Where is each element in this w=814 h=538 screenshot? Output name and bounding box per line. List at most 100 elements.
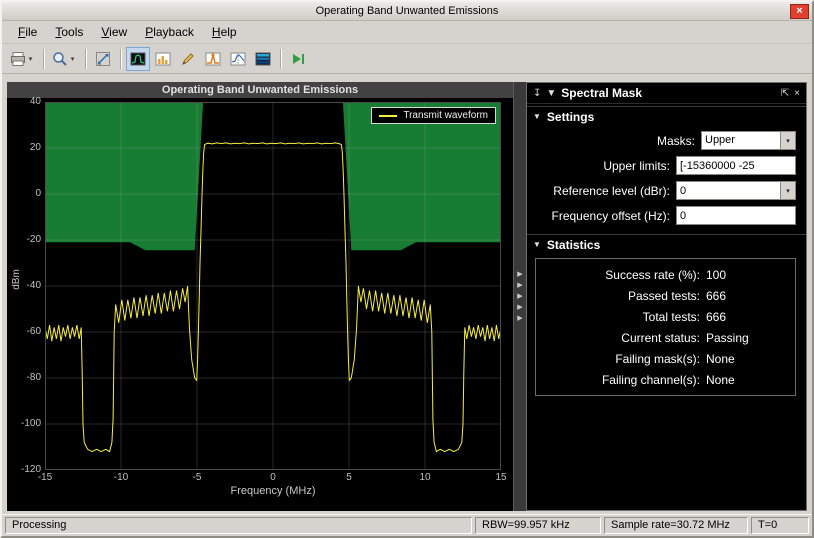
statistic-value: None: [706, 351, 735, 366]
statistic-row: Failing mask(s): None: [538, 348, 793, 369]
status-message: Processing: [5, 517, 472, 534]
frequency-offset-input[interactable]: [676, 206, 796, 225]
y-tick-label: -80: [26, 372, 41, 383]
expand-panel-arrow-icon: ▶: [517, 315, 523, 322]
window-close-button[interactable]: ×: [790, 4, 809, 19]
y-tick-label: -20: [26, 234, 41, 245]
y-tick-label: 20: [29, 142, 41, 153]
menu-tools[interactable]: Tools: [47, 22, 91, 42]
x-axis-label: Frequency (MHz): [230, 485, 316, 497]
collapse-triangle-icon: ▼: [533, 112, 541, 121]
statistics-box: Success rate (%): 100 Passed tests: 666 Tota…: [535, 258, 796, 396]
masks-value: Upper: [702, 132, 780, 149]
magnifier-icon: [53, 51, 67, 66]
statistic-label: Success rate (%):: [605, 267, 700, 282]
chevron-down-icon[interactable]: ▾: [26, 55, 35, 63]
export-button[interactable]: ▾: [7, 47, 38, 71]
chevron-down-icon[interactable]: ▾: [780, 132, 795, 149]
statistic-value: None: [706, 372, 735, 387]
expand-panel-arrow-icon: ▶: [517, 304, 523, 311]
x-tick-label: 15: [495, 472, 507, 483]
upper-limits-row: Upper limits:: [531, 153, 796, 178]
expand-panel-arrow-icon: ▶: [517, 271, 523, 278]
legend-line-sample: [379, 114, 398, 117]
plot-legend: Transmit waveform: [371, 107, 496, 124]
statistic-value: 100: [706, 267, 727, 282]
statistic-row: Passed tests: 666: [538, 285, 793, 306]
frequency-offset-row: Frequency offset (Hz):: [531, 203, 796, 228]
spectrogram-view-button[interactable]: [251, 47, 275, 71]
fit-to-view-button[interactable]: [91, 47, 115, 71]
chevron-down-icon[interactable]: ▾: [68, 55, 77, 63]
panel-collapse-icon[interactable]: ▼: [546, 88, 556, 99]
cursor-plot-icon: [230, 52, 246, 65]
measurements-button[interactable]: [176, 47, 200, 71]
menu-file[interactable]: File: [10, 22, 45, 42]
upper-limits-input[interactable]: [676, 156, 796, 175]
frequency-offset-label: Frequency offset (Hz):: [551, 208, 671, 223]
x-tick-label: 10: [419, 472, 431, 483]
reference-level-row: Reference level (dBr): ▾: [531, 178, 796, 203]
cursor-measurements-button[interactable]: [226, 47, 250, 71]
peak-finder-button[interactable]: [201, 47, 225, 71]
statistic-row: Current status: Passing: [538, 327, 793, 348]
reference-level-input[interactable]: [677, 182, 780, 199]
panel-title: Spectral Mask: [561, 86, 643, 100]
settings-section-header[interactable]: ▼ Settings: [527, 106, 806, 126]
spectrogram-icon: [255, 52, 271, 65]
panel-collapse-handle[interactable]: ▶ ▶ ▶ ▶ ▶: [513, 82, 526, 511]
y-tick-label: -60: [26, 326, 41, 337]
panel-close-icon[interactable]: ×: [794, 88, 800, 99]
statistics-section-header[interactable]: ▼ Statistics: [527, 234, 806, 254]
statistic-label: Failing channel(s):: [601, 372, 700, 387]
upper-limits-label: Upper limits:: [603, 158, 670, 173]
masks-dropdown[interactable]: Upper ▾: [701, 131, 796, 150]
settings-fields: Masks:Upper▾Upper limits:Reference level…: [527, 126, 806, 232]
y-tick-label: 0: [35, 188, 41, 199]
main-area: Operating Band Unwanted Emissions Transm…: [5, 76, 809, 513]
sample-rate-display: Sample rate=30.72 MHz: [604, 517, 748, 534]
legend-label: Transmit waveform: [403, 110, 488, 121]
y-tick-label: -40: [26, 280, 41, 291]
spectral-mask-region: [45, 102, 204, 251]
chevron-down-icon[interactable]: ▾: [780, 182, 795, 199]
panel-header: ↧ ▼ Spectral Mask ⇱ ×: [527, 83, 806, 104]
x-tick-label: 5: [346, 472, 352, 483]
panel-dock-icon[interactable]: ↧: [533, 88, 541, 99]
statistic-label: Current status:: [621, 330, 700, 345]
toolbar-separator: [43, 48, 44, 69]
window-title: Operating Band Unwanted Emissions: [315, 5, 499, 17]
step-forward-icon: [293, 53, 304, 64]
x-tick-label: -5: [192, 472, 202, 483]
spectral-mask-panel: ↧ ▼ Spectral Mask ⇱ × ▼ Settings Masks: U…: [526, 82, 807, 511]
zoom-button[interactable]: ▾: [49, 47, 80, 71]
title-bar: Operating Band Unwanted Emissions ×: [2, 2, 812, 21]
spectrum-view-button[interactable]: [126, 46, 150, 71]
step-forward-button[interactable]: [286, 47, 310, 71]
toolbar-separator: [120, 48, 121, 69]
printer-icon: [11, 51, 25, 66]
x-tick-label: -10: [113, 472, 129, 483]
statistic-value: 666: [706, 309, 727, 324]
spectral-mask-region: [342, 102, 501, 251]
toolbar: ▾ ▾: [2, 44, 812, 74]
statistic-row: Success rate (%): 100: [538, 264, 793, 285]
x-tick-label: 0: [270, 472, 276, 483]
spectrum-chart: [44, 101, 502, 471]
status-bar: Processing RBW=99.957 kHz Sample rate=30…: [2, 514, 812, 536]
spectrum-icon: [130, 52, 146, 65]
statistic-label: Failing mask(s):: [615, 351, 700, 366]
menu-playback[interactable]: Playback: [137, 22, 202, 42]
statistic-value: 666: [706, 288, 727, 303]
plot-axes: Transmit waveform: [44, 101, 502, 471]
menu-help[interactable]: Help: [204, 22, 245, 42]
statistics-section-title: Statistics: [546, 237, 601, 252]
toolbar-separator: [85, 48, 86, 69]
menu-view[interactable]: View: [93, 22, 135, 42]
histogram-button[interactable]: [151, 47, 175, 71]
menu-bar: File Tools View Playback Help: [2, 21, 812, 44]
collapse-triangle-icon: ▼: [533, 240, 541, 249]
reference-level-combo[interactable]: ▾: [676, 181, 796, 200]
panel-undock-icon[interactable]: ⇱: [781, 88, 789, 99]
histogram-icon: [155, 52, 171, 65]
